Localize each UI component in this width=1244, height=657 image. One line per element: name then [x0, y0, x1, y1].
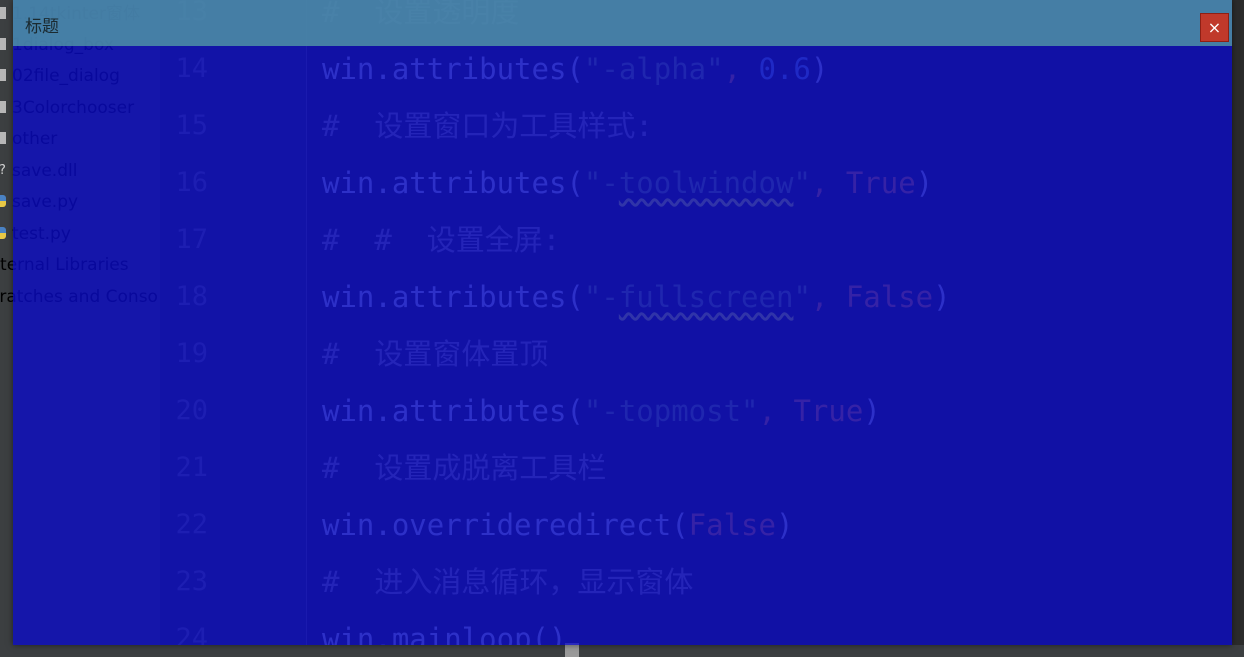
folder-icon	[0, 38, 6, 50]
folder-icon	[0, 132, 6, 144]
folder-icon	[0, 101, 6, 113]
tool-window-titlebar[interactable]: 标题 ×	[13, 0, 1232, 46]
close-icon: ×	[1207, 18, 1222, 37]
tool-window[interactable]: 标题 ×	[13, 0, 1232, 645]
folder-icon	[0, 69, 6, 81]
bottom-tab-handle[interactable]	[565, 643, 579, 657]
unknown-file-icon: ?	[0, 164, 8, 178]
folder-icon	[0, 7, 6, 19]
close-button[interactable]: ×	[1200, 13, 1229, 42]
desktop-screen: 1.14tkinter窗体1dialog_box02file_dialog3Co…	[0, 0, 1244, 657]
python-file-icon	[0, 227, 6, 239]
python-file-icon	[0, 195, 6, 207]
window-title: 标题	[25, 17, 59, 37]
status-strip	[0, 645, 1244, 657]
